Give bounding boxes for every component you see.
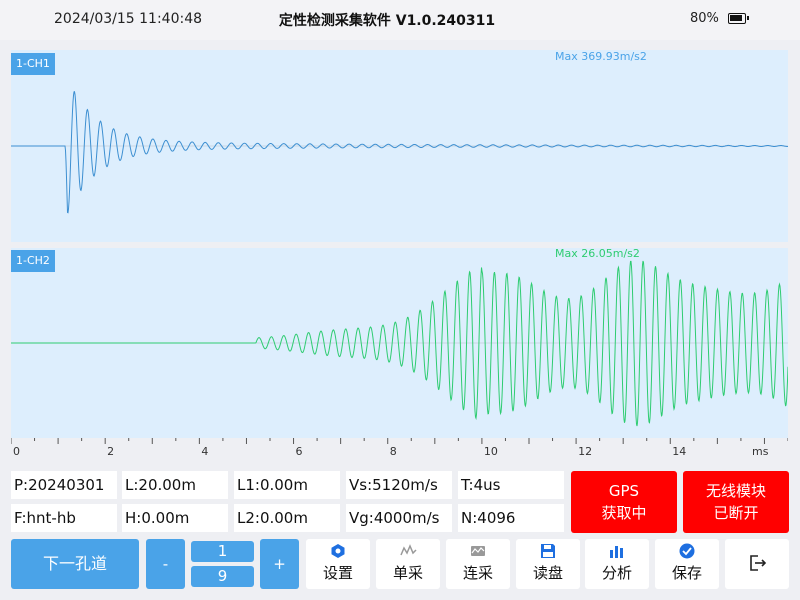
settings-button[interactable]: 设置 [306, 539, 370, 589]
x-tick-label: 10 [484, 445, 498, 458]
save-button[interactable]: 保存 [655, 539, 719, 589]
exit-button[interactable] [725, 539, 789, 589]
read-disk-button[interactable]: 读盘 [516, 539, 580, 589]
x-tick-label: 4 [201, 445, 208, 458]
wireless-state: 已断开 [713, 504, 759, 522]
x-tick-label: 2 [107, 445, 114, 458]
gps-state: 获取中 [601, 504, 647, 522]
battery-level: 80% [690, 11, 719, 26]
gps-status-button[interactable]: GPS 获取中 [571, 471, 677, 533]
wireless-label: 无线模块 [705, 482, 766, 500]
save-label: 保存 [671, 564, 702, 582]
settings-label: 设置 [322, 564, 353, 582]
analyze-button[interactable]: 分析 [585, 539, 649, 589]
x-tick-label: 12 [578, 445, 592, 458]
status-bar: 2024/03/15 11:40:48 定性检测采集软件 V1.0.240311… [0, 0, 800, 40]
continuous-wave-icon [471, 546, 485, 556]
single-acquire-label: 单采 [392, 564, 423, 582]
waveform-svg: 0 2 4 6 8 10 12 14 ms [11, 50, 788, 458]
x-tick-label: 0 [13, 445, 20, 458]
settings-icon [331, 544, 345, 558]
continuous-acquire-button[interactable]: 连采 [446, 539, 510, 589]
analyze-label: 分析 [601, 564, 632, 582]
info-l2: L2:0.00m [234, 504, 340, 532]
info-l: L:20.00m [122, 471, 228, 499]
ch1-max-label: Max 369.93m/s2 [555, 50, 647, 63]
info-t: T:4us [458, 471, 564, 499]
minus-button[interactable]: - [146, 539, 185, 589]
page-current: 1 [191, 541, 254, 562]
bar-chart-icon [610, 546, 623, 558]
app-title: 定性检测采集软件 V1.0.240311 [278, 13, 496, 29]
channel-tag-ch1: 1-CH1 [11, 53, 55, 75]
single-acquire-button[interactable]: 单采 [376, 539, 440, 589]
check-circle-icon [679, 543, 695, 559]
page-total: 9 [191, 566, 254, 587]
info-h: H:0.00m [122, 504, 228, 532]
battery-icon [728, 13, 749, 24]
info-n: N:4096 [458, 504, 564, 532]
read-disk-label: 读盘 [532, 564, 563, 582]
single-wave-icon [400, 544, 417, 556]
plus-button[interactable]: + [260, 539, 299, 589]
wireless-status-button[interactable]: 无线模块 已断开 [683, 471, 789, 533]
x-tick-label: 8 [390, 445, 397, 458]
channel-tag-ch2: 1-CH2 [11, 250, 55, 272]
info-vg: Vg:4000m/s [346, 504, 452, 532]
ch2-max-label: Max 26.05m/s2 [555, 247, 640, 260]
info-f: F:hnt-hb [11, 504, 117, 532]
continuous-acquire-label: 连采 [462, 564, 493, 582]
waveform-chart[interactable]: 0 2 4 6 8 10 12 14 ms 1-CH1 1-CH2 Max 369.93m/s2… [11, 50, 788, 458]
info-l1: L1:0.00m [234, 471, 340, 499]
x-tick-label: 6 [296, 445, 303, 458]
info-p: P:20240301 [11, 471, 117, 499]
x-tick-label: 14 [672, 445, 686, 458]
gps-label: GPS [608, 482, 640, 500]
x-axis-unit: ms [752, 445, 769, 458]
disk-icon [541, 544, 555, 558]
info-vs: Vs:5120m/s [346, 471, 452, 499]
next-hole-button[interactable]: 下一孔道 [11, 539, 139, 589]
x-axis: 0 2 4 6 8 10 12 14 ms [11, 438, 788, 458]
exit-icon [750, 555, 767, 571]
